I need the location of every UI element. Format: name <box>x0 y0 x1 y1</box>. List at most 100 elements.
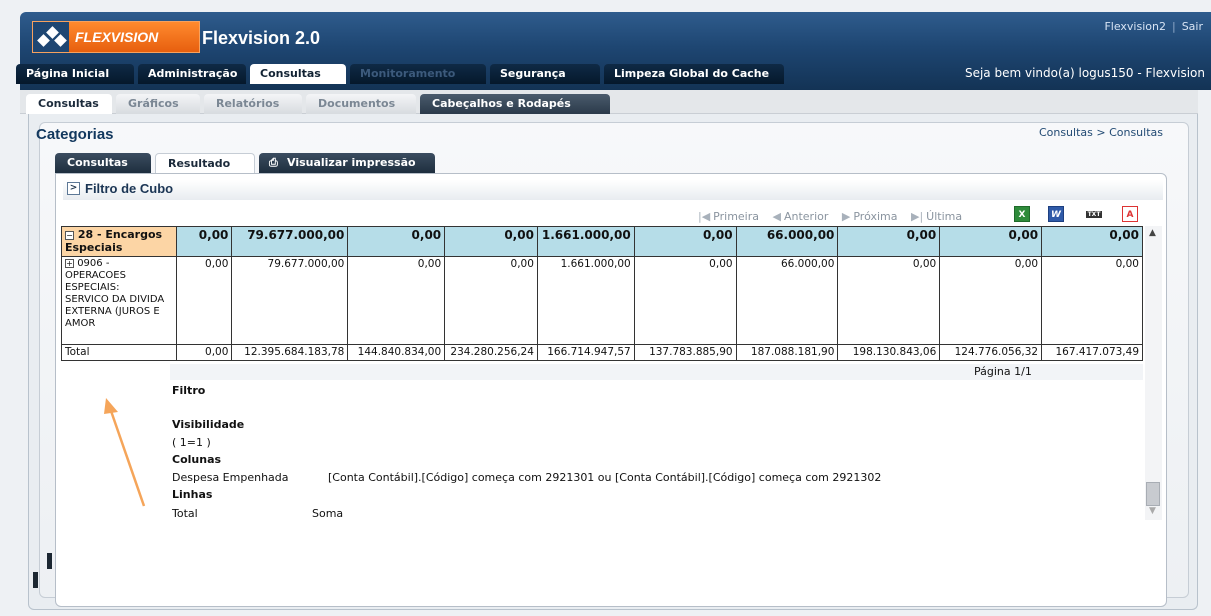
table-cell: 144.840.834,00 <box>347 344 446 361</box>
detail-label-line: EXTERNA (JUROS E <box>65 306 160 317</box>
tab-administracao[interactable]: Administração <box>138 64 246 84</box>
table-row-group: − 28 - Encargos Especiais 0,00 79.677.00… <box>61 226 1143 257</box>
detail-label-line: AMOR <box>65 318 96 329</box>
table-cell: 1.661.000,00 <box>536 226 635 257</box>
colunas-condition: [Conta Contábil].[Código] começa com 292… <box>328 471 882 484</box>
pager-last[interactable]: ▶| Última <box>911 210 962 223</box>
tab-monitoramento: Monitoramento <box>350 64 486 84</box>
tab-limpeza-global-cache[interactable]: Limpeza Global do Cache <box>604 64 784 84</box>
last-page-icon: ▶| <box>911 210 924 223</box>
pager-first-label: Primeira <box>713 210 759 223</box>
detail-label-line: ESPECIAIS: <box>65 282 120 293</box>
tab-seguranca[interactable]: Segurança <box>490 64 600 84</box>
pager: |◀ Primeira ◀ Anterior ▶ Próxima ▶| Última <box>698 210 972 223</box>
group-row-label[interactable]: − 28 - Encargos Especiais <box>61 226 177 257</box>
pdf-icon[interactable]: A <box>1122 206 1138 222</box>
app-title: Flexvision 2.0 <box>202 28 321 48</box>
table-cell: 0,00 <box>175 226 233 257</box>
scroll-up-icon[interactable]: ▲ <box>1149 228 1156 238</box>
table-cell: 66.000,00 <box>735 256 839 345</box>
tab-pagina-inicial[interactable]: Página Inicial <box>16 64 134 84</box>
user-link[interactable]: Flexvision2 <box>1104 20 1166 33</box>
filtro-heading: Filtro <box>172 384 206 397</box>
previous-page-icon: ◀ <box>772 210 781 223</box>
app-header: FLEXVISION Flexvision 2.0 Flexvision2 | Sa… <box>16 12 1211 90</box>
subtab-relatorios[interactable]: Relatórios <box>204 94 302 114</box>
group-label-line2: Especiais <box>65 241 123 254</box>
tab-consultas[interactable]: Consultas <box>250 64 346 84</box>
result-table: − 28 - Encargos Especiais 0,00 79.677.00… <box>61 226 1143 361</box>
table-cell: 0,00 <box>939 226 1043 257</box>
colunas-name: Despesa Empenhada <box>172 471 289 484</box>
printer-icon: ⎙ <box>269 156 278 169</box>
table-cell: 0,00 <box>347 226 446 257</box>
annotation-arrow-icon <box>104 398 146 507</box>
ctab-resultado[interactable]: Resultado <box>155 153 255 173</box>
table-cell: 79.677.000,00 <box>231 256 349 345</box>
word-icon[interactable]: W <box>1048 206 1064 222</box>
expand-filter-button[interactable]: > <box>67 182 80 195</box>
user-links: Flexvision2 | Sair <box>1104 20 1203 33</box>
table-cell: 0,00 <box>347 256 446 345</box>
table-cell: 12.395.684.183,78 <box>231 344 349 361</box>
ctab-visualizar-impressao[interactable]: ⎙ Visualizar impressão <box>259 153 435 173</box>
table-cell: 137.783.885,90 <box>633 344 737 361</box>
subtab-consultas[interactable]: Consultas <box>26 94 112 114</box>
pager-next-label: Próxima <box>853 210 898 223</box>
table-cell: 124.776.056,32 <box>939 344 1043 361</box>
table-row-detail: + 0906 - OPERACOES ESPECIAIS: SERVICO DA… <box>61 256 1143 345</box>
table-cell: 66.000,00 <box>735 226 839 257</box>
welcome-message: Seja bem vindo(a) logus150 - Flexvision <box>964 66 1205 80</box>
pager-next[interactable]: ▶ Próxima <box>842 210 898 223</box>
pager-previous[interactable]: ◀ Anterior <box>773 210 829 223</box>
table-cell: 0,00 <box>837 226 941 257</box>
table-cell: 167.417.073,49 <box>1041 344 1143 361</box>
table-cell: 0,00 <box>444 256 538 345</box>
vertical-scrollbar[interactable] <box>1145 226 1162 520</box>
scroll-down-icon[interactable]: ▼ <box>1149 506 1156 516</box>
detail-label-line: SERVICO DA DIVIDA <box>65 294 165 305</box>
pager-first[interactable]: |◀ Primeira <box>698 210 759 223</box>
visibilidade-heading: Visibilidade <box>172 418 245 431</box>
breadcrumb[interactable]: Consultas > Consultas <box>1039 126 1163 139</box>
side-panel-toggle-icon[interactable] <box>47 553 52 569</box>
table-cell: 0,00 <box>444 226 538 257</box>
flexvision-logo: FLEXVISION <box>32 21 200 53</box>
subtab-documentos[interactable]: Documentos <box>306 94 416 114</box>
subtab-graficos[interactable]: Gráficos <box>116 94 200 114</box>
detail-label-line: 0906 - <box>77 258 110 269</box>
text-icon[interactable]: TXT <box>1086 211 1102 218</box>
scrollbar-thumb[interactable] <box>1146 482 1160 506</box>
logout-link[interactable]: Sair <box>1182 20 1203 33</box>
side-panel-toggle-icon[interactable] <box>33 572 38 588</box>
detail-row-label[interactable]: + 0906 - OPERACOES ESPECIAIS: SERVICO DA… <box>61 256 177 345</box>
linhas-aggregation: Soma <box>312 507 344 520</box>
detail-label-line: OPERACOES <box>65 270 126 281</box>
visibilidade-value: ( 1=1 ) <box>172 436 211 449</box>
table-cell: 234.280.256,24 <box>444 344 538 361</box>
filter-title[interactable]: Filtro de Cubo <box>85 181 173 196</box>
collapse-icon[interactable]: − <box>65 231 74 240</box>
page-info: Página 1/1 <box>974 365 1032 378</box>
ctab-consultas[interactable]: Consultas <box>55 153 151 173</box>
table-cell: 0,00 <box>1041 226 1143 257</box>
table-cell: 187.088.181,90 <box>735 344 839 361</box>
excel-icon[interactable]: X <box>1014 206 1030 222</box>
table-cell: 198.130.843,06 <box>837 344 941 361</box>
first-page-icon: |◀ <box>698 210 711 223</box>
expand-icon[interactable]: + <box>65 259 74 268</box>
subtab-cabecalhos-rodapes[interactable]: Cabeçalhos e Rodapés <box>420 94 610 114</box>
table-cell: 0,00 <box>837 256 941 345</box>
table-cell: 79.677.000,00 <box>231 226 349 257</box>
page-title: Categorias <box>36 126 114 143</box>
table-cell: 0,00 <box>633 226 737 257</box>
table-cell: 0,00 <box>175 344 233 361</box>
next-page-icon: ▶ <box>841 210 851 223</box>
linhas-heading: Linhas <box>172 488 213 501</box>
table-cell: 0,00 <box>1041 256 1143 345</box>
pager-last-label: Última <box>926 210 963 223</box>
linhas-name: Total <box>172 507 198 520</box>
table-cell: 0,00 <box>633 256 737 345</box>
table-cell: 166.714.947,57 <box>536 344 635 361</box>
logo-mark-icon <box>33 22 69 52</box>
